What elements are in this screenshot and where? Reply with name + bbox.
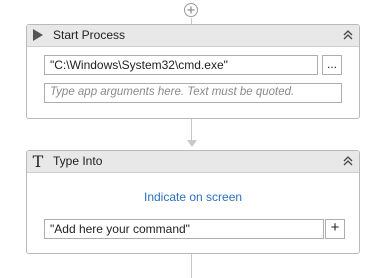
text-field[interactable]: "Add here your command" [44, 219, 324, 239]
start-process-title: Start Process [53, 28, 126, 42]
arguments-field[interactable]: Type app arguments here. Text must be qu… [44, 83, 342, 103]
connector-line-middle [191, 119, 192, 141]
type-into-header[interactable]: T Type Into [27, 151, 359, 173]
indicate-on-screen-link[interactable]: Indicate on screen [144, 190, 242, 204]
type-into-title: Type Into [53, 154, 103, 168]
svg-text:T: T [33, 153, 44, 169]
add-text-button[interactable]: + [325, 219, 345, 239]
file-name-field[interactable]: "C:\Windows\System32\cmd.exe" [44, 55, 318, 75]
connector-line-bottom [191, 254, 192, 278]
double-chevron-up-icon[interactable] [341, 28, 355, 42]
start-process-activity[interactable]: Start Process "C:\Windows\System32\cmd.e… [26, 24, 360, 119]
browse-button[interactable]: ... [322, 55, 342, 75]
type-into-activity[interactable]: T Type Into Indicate on screen "Add here… [26, 150, 360, 254]
start-process-header[interactable]: Start Process [27, 25, 359, 47]
connector-arrow [187, 140, 197, 147]
play-triangle-icon [33, 29, 43, 41]
plus-circle-icon[interactable] [183, 2, 199, 18]
double-chevron-up-icon[interactable] [341, 154, 355, 168]
type-into-t-icon: T [33, 153, 44, 169]
